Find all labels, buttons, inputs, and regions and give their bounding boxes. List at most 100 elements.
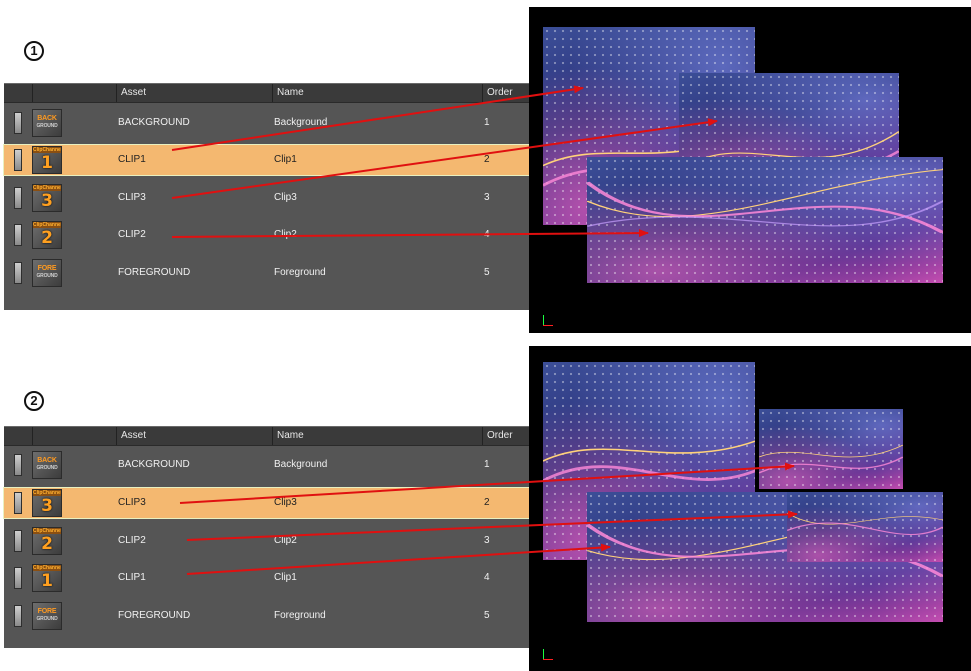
layer-visibility-toggle[interactable] xyxy=(14,112,22,134)
order-cell: 3 xyxy=(484,192,490,203)
table-row[interactable]: FORE GROUND FOREGROUND Foreground 5 xyxy=(4,601,534,631)
order-cell: 1 xyxy=(484,117,490,128)
thumb-sublabel: GROUND xyxy=(36,616,58,622)
name-cell: Foreground xyxy=(274,267,326,278)
background-thumb-icon: BACK GROUND xyxy=(32,451,62,479)
layer-visibility-toggle[interactable] xyxy=(14,149,22,171)
column-header-name[interactable]: Name xyxy=(272,427,482,445)
order-cell: 4 xyxy=(484,572,490,583)
foreground-thumb-icon: FORE GROUND xyxy=(32,259,62,287)
step-1-badge: 1 xyxy=(24,41,44,61)
asset-cell: CLIP3 xyxy=(118,497,146,508)
order-cell: 2 xyxy=(484,497,490,508)
table-row[interactable]: ClipChannel 3 CLIP3 Clip3 3 xyxy=(4,183,534,213)
thumb-label: FORE xyxy=(37,608,57,615)
axis-x-marker xyxy=(543,325,553,326)
thumb-label: FORE xyxy=(37,265,57,272)
column-header-blank xyxy=(4,427,32,445)
thumb-number: 1 xyxy=(41,571,53,591)
table-row-selected[interactable]: ClipChannel 1 CLIP1 Clip1 2 xyxy=(3,144,535,176)
foreground-thumb-icon: FORE GROUND xyxy=(32,602,62,630)
layer-visibility-toggle[interactable] xyxy=(14,605,22,627)
layer-visibility-toggle[interactable] xyxy=(14,492,22,514)
column-header-order[interactable]: Order xyxy=(482,427,534,445)
clip2-layer-image xyxy=(759,409,903,489)
thumb-sublabel: GROUND xyxy=(36,465,58,471)
order-cell: 1 xyxy=(484,459,490,470)
thumb-number: 3 xyxy=(41,191,53,211)
table-row[interactable]: ClipChannel 2 CLIP2 Clip2 4 xyxy=(4,220,534,250)
layer-visibility-toggle[interactable] xyxy=(14,454,22,476)
layer-visibility-toggle[interactable] xyxy=(14,224,22,246)
layer-visibility-toggle[interactable] xyxy=(14,262,22,284)
clip-thumb-icon: ClipChannel 3 xyxy=(32,184,62,212)
layer-visibility-toggle[interactable] xyxy=(14,530,22,552)
clip-thumb-icon: ClipChannel 1 xyxy=(32,564,62,592)
axis-y-marker xyxy=(543,649,544,659)
clip-thumb-icon: ClipChannel 3 xyxy=(32,489,62,517)
light-streaks xyxy=(787,512,943,536)
thumb-sublabel: GROUND xyxy=(36,123,58,129)
name-cell: Clip1 xyxy=(274,572,297,583)
layer-order-panel-step-1: Asset Name Order BACK GROUND BACKGROUND … xyxy=(3,83,535,310)
axis-x-marker xyxy=(543,659,553,660)
thumb-number: 2 xyxy=(41,534,53,554)
order-cell: 5 xyxy=(484,267,490,278)
name-cell: Clip3 xyxy=(274,497,297,508)
order-cell: 4 xyxy=(484,229,490,240)
background-thumb-icon: BACK GROUND xyxy=(32,109,62,137)
table-row[interactable]: ClipChannel 1 CLIP1 Clip1 4 xyxy=(4,563,534,593)
clip-thumb-icon: ClipChannel 2 xyxy=(32,221,62,249)
column-header-asset[interactable]: Asset xyxy=(116,84,272,102)
table-row[interactable]: BACK GROUND BACKGROUND Background 1 xyxy=(4,450,534,480)
output-preview-step-1 xyxy=(529,7,971,333)
column-header-thumb xyxy=(32,427,116,445)
light-streaks xyxy=(759,444,903,474)
table-row-selected[interactable]: ClipChannel 3 CLIP3 Clip3 2 xyxy=(3,487,535,519)
clip3-layer-image xyxy=(587,157,943,283)
column-header-thumb xyxy=(32,84,116,102)
name-cell: Clip2 xyxy=(274,535,297,546)
layer-order-panel-step-2: Asset Name Order BACK GROUND BACKGROUND … xyxy=(3,426,535,648)
table-header: Asset Name Order xyxy=(4,426,534,446)
order-cell: 2 xyxy=(484,154,490,165)
clip-thumb-icon: ClipChannel 1 xyxy=(32,146,62,174)
name-cell: Background xyxy=(274,459,328,470)
column-header-order[interactable]: Order xyxy=(482,84,534,102)
layer-visibility-toggle[interactable] xyxy=(14,187,22,209)
name-cell: Background xyxy=(274,117,328,128)
table-row[interactable]: ClipChannel 2 CLIP2 Clip2 3 xyxy=(4,526,534,556)
thumb-label: BACK xyxy=(37,115,57,122)
clip3-layer-image xyxy=(787,492,943,562)
axis-y-marker xyxy=(543,315,544,325)
name-cell: Clip1 xyxy=(274,154,297,165)
output-preview-step-2 xyxy=(529,346,971,671)
asset-cell: BACKGROUND xyxy=(118,459,190,470)
name-cell: Clip2 xyxy=(274,229,297,240)
table-header: Asset Name Order xyxy=(4,83,534,103)
order-cell: 5 xyxy=(484,610,490,621)
asset-cell: CLIP1 xyxy=(118,572,146,583)
thumb-sublabel: GROUND xyxy=(36,273,58,279)
asset-cell: FOREGROUND xyxy=(118,610,191,621)
asset-cell: CLIP2 xyxy=(118,229,146,240)
table-row[interactable]: FORE GROUND FOREGROUND Foreground 5 xyxy=(4,258,534,288)
asset-cell: CLIP2 xyxy=(118,535,146,546)
layer-visibility-toggle[interactable] xyxy=(14,567,22,589)
light-streaks xyxy=(587,169,943,234)
name-cell: Clip3 xyxy=(274,192,297,203)
step-2-badge: 2 xyxy=(24,391,44,411)
asset-cell: BACKGROUND xyxy=(118,117,190,128)
column-header-name[interactable]: Name xyxy=(272,84,482,102)
asset-cell: CLIP1 xyxy=(118,154,146,165)
thumb-number: 3 xyxy=(41,496,53,516)
order-cell: 3 xyxy=(484,535,490,546)
thumb-number: 2 xyxy=(41,228,53,248)
table-row[interactable]: BACK GROUND BACKGROUND Background 1 xyxy=(4,108,534,138)
asset-cell: FOREGROUND xyxy=(118,267,191,278)
column-header-asset[interactable]: Asset xyxy=(116,427,272,445)
name-cell: Foreground xyxy=(274,610,326,621)
column-header-blank xyxy=(4,84,32,102)
clip-thumb-icon: ClipChannel 2 xyxy=(32,527,62,555)
asset-cell: CLIP3 xyxy=(118,192,146,203)
